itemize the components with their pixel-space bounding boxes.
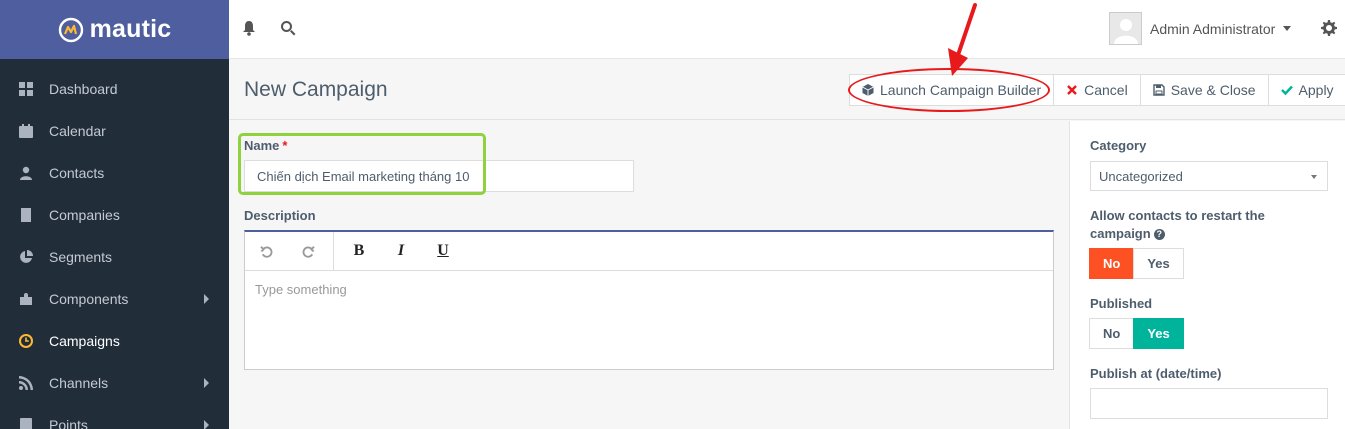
puzzle-icon [18, 291, 34, 307]
sidebar-item-dashboard[interactable]: Dashboard [0, 68, 229, 110]
published-toggle: No Yes [1089, 318, 1184, 349]
page-header: New Campaign Launch Campaign Builder Can… [229, 60, 1345, 120]
gear-icon[interactable] [1321, 20, 1337, 36]
category-label: Category [1090, 138, 1147, 153]
user-silhouette-icon [1113, 19, 1138, 44]
redo-button[interactable] [287, 232, 329, 270]
save-icon [1153, 84, 1165, 96]
restart-toggle: No Yes [1089, 248, 1184, 279]
category-select[interactable]: Uncategorized [1090, 161, 1328, 191]
editor-toolbar: B I U [245, 232, 1053, 271]
calculator-icon [18, 417, 34, 429]
sidebar-item-campaigns[interactable]: Campaigns [0, 320, 229, 362]
sidebar-item-label: Points [49, 417, 88, 429]
dashboard-icon [18, 81, 34, 97]
launch-campaign-builder-button[interactable]: Launch Campaign Builder [849, 74, 1055, 106]
sidebar-item-label: Dashboard [49, 81, 118, 97]
italic-button[interactable]: I [380, 232, 422, 270]
settings-panel: Category Uncategorized Allow contacts to… [1069, 121, 1345, 429]
underline-button[interactable]: U [422, 232, 464, 270]
check-icon [1280, 84, 1293, 96]
category-value: Uncategorized [1099, 168, 1183, 184]
avatar [1109, 12, 1142, 45]
launch-label: Launch Campaign Builder [880, 82, 1042, 98]
restart-no-option[interactable]: No [1089, 248, 1135, 279]
sidebar: mautic Dashboard Calendar Contacts Compa… [0, 0, 229, 429]
undo-button[interactable] [245, 232, 287, 270]
restart-label-text: Allow contacts to restart the campaign [1090, 208, 1265, 241]
sidebar-item-contacts[interactable]: Contacts [0, 152, 229, 194]
sidebar-item-label: Segments [49, 249, 113, 265]
calendar-icon [18, 123, 34, 139]
description-editor: B I U Type something [244, 230, 1054, 370]
sidebar-item-label: Calendar [49, 123, 106, 139]
user-icon [18, 165, 34, 181]
publish-at-input[interactable] [1090, 388, 1328, 419]
building-icon [18, 207, 34, 223]
name-label-text: Name [244, 138, 280, 153]
cube-icon [862, 84, 874, 96]
cancel-button[interactable]: Cancel [1053, 74, 1141, 106]
brand-bar: mautic [0, 0, 229, 59]
sidebar-item-label: Components [49, 291, 129, 307]
description-label: Description [244, 208, 316, 223]
mautic-logo-icon [58, 17, 83, 42]
chevron-down-icon [1311, 175, 1317, 179]
rss-icon [18, 375, 34, 391]
help-icon[interactable]: ? [1153, 228, 1165, 240]
save-close-label: Save & Close [1170, 82, 1256, 98]
clock-icon [18, 333, 34, 349]
brand-name: mautic [89, 15, 172, 43]
bell-icon[interactable] [241, 20, 259, 38]
required-mark: * [282, 138, 288, 153]
toolbar-divider [333, 232, 334, 270]
save-close-button[interactable]: Save & Close [1139, 74, 1269, 106]
sidebar-item-points[interactable]: Points [0, 404, 229, 429]
publish-at-label: Publish at (date/time) [1090, 366, 1222, 381]
sidebar-item-label: Companies [49, 207, 120, 223]
sidebar-item-companies[interactable]: Companies [0, 194, 229, 236]
chevron-right-icon [204, 378, 209, 388]
topbar: Admin Administrator [229, 0, 1345, 59]
search-icon[interactable] [280, 20, 298, 38]
sidebar-item-label: Campaigns [49, 333, 120, 349]
redo-icon [302, 245, 315, 258]
apply-button[interactable]: Apply [1267, 74, 1345, 106]
sidebar-item-calendar[interactable]: Calendar [0, 110, 229, 152]
apply-label: Apply [1298, 82, 1334, 98]
close-icon [1066, 84, 1078, 96]
name-label: Name * [244, 138, 287, 153]
undo-icon [259, 245, 272, 258]
sidebar-item-components[interactable]: Components [0, 278, 229, 320]
action-buttons: Launch Campaign Builder Cancel Save & Cl… [849, 74, 1345, 106]
user-name: Admin Administrator [1150, 20, 1276, 37]
cancel-label: Cancel [1084, 82, 1128, 98]
bold-button[interactable]: B [338, 232, 380, 270]
pie-chart-icon [18, 249, 34, 265]
user-menu[interactable]: Admin Administrator [1109, 12, 1292, 45]
chevron-right-icon [204, 420, 209, 429]
restart-yes-option[interactable]: Yes [1133, 248, 1184, 279]
sidebar-item-label: Contacts [49, 165, 105, 181]
sidebar-item-channels[interactable]: Channels [0, 362, 229, 404]
main-form: Name* Description B I U Type something [229, 121, 1069, 429]
mautic-logo[interactable]: mautic [58, 15, 172, 44]
published-no-option[interactable]: No [1089, 318, 1135, 349]
restart-label: Allow contacts to restart the campaign? [1090, 207, 1310, 243]
sidebar-nav: Dashboard Calendar Contacts Companies Se… [0, 59, 229, 429]
name-input[interactable] [244, 160, 634, 192]
published-yes-option[interactable]: Yes [1133, 318, 1184, 349]
sidebar-item-segments[interactable]: Segments [0, 236, 229, 278]
published-label: Published [1090, 296, 1153, 311]
chevron-down-icon [1283, 26, 1292, 31]
page-title: New Campaign [244, 78, 388, 101]
description-editor-body[interactable]: Type something [245, 271, 1053, 369]
chevron-right-icon [204, 294, 209, 304]
sidebar-item-label: Channels [49, 375, 109, 391]
